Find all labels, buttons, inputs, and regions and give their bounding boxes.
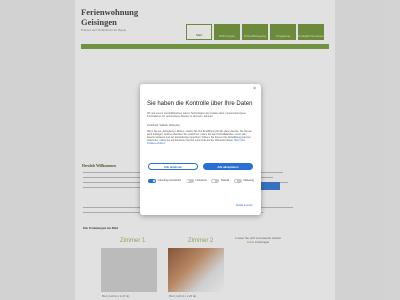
toggle-switch[interactable] [211,179,220,183]
consent-explanation: Wenn Sie auf „Akzeptieren“ klicken, erte… [147,130,253,145]
toggle-label: Statistik [220,178,230,182]
details-link[interactable]: Details ansehen [236,204,253,207]
toggle-switch[interactable] [233,179,242,183]
toggle-necessary[interactable]: Unbedingt erforderlich [148,179,181,183]
toggle-label: Funktional [195,178,207,182]
toggle-switch[interactable] [148,179,156,183]
close-icon[interactable]: × [253,87,256,92]
reject-all-button[interactable]: Alle ablehnen [148,163,198,170]
consent-title: Sie haben die Kontrolle über Ihre Daten [147,101,253,107]
cookie-consent-dialog: × Sie haben die Kontrolle über Ihre Date… [140,84,261,215]
toggle-label: Unbedingt erforderlich [157,178,182,182]
consent-purposes: Funktional, Statistik, Marketing [147,124,180,127]
consent-toggles: Unbedingt erforderlich Funktional Statis… [148,179,254,183]
toggle-marketing[interactable]: Marketing [233,178,254,183]
accept-all-button[interactable]: Alle akzeptieren [203,163,253,170]
toggle-switch[interactable] [185,179,194,183]
toggle-functional[interactable]: Funktional [185,178,207,183]
toggle-statistics[interactable]: Statistik [211,179,229,183]
consent-intro: Wir und unsere Geschäftspartner nutzen T… [147,112,246,119]
toggle-label: Marketing [243,178,254,182]
